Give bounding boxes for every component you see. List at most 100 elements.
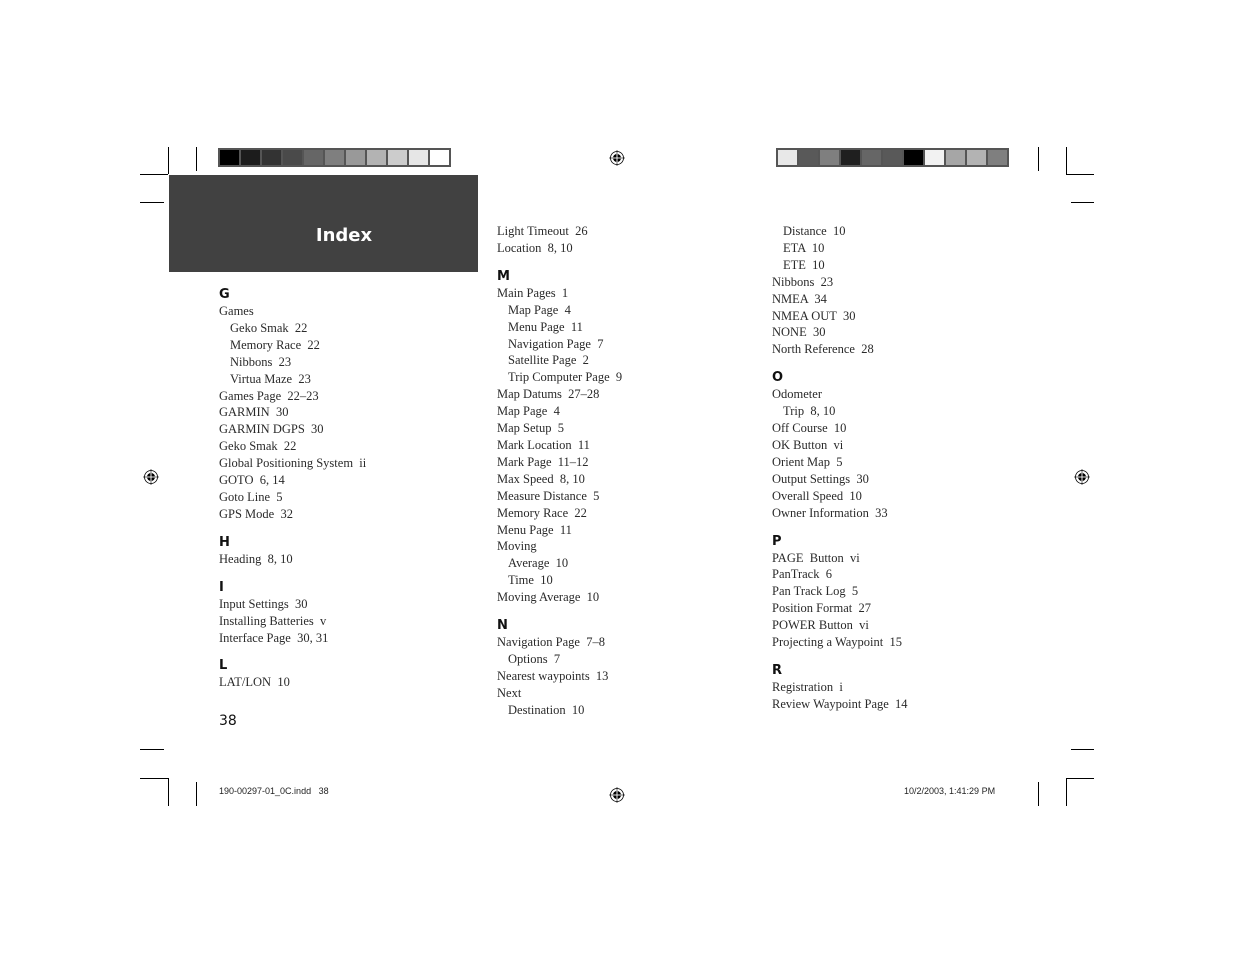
slug-timestamp: 10/2/2003, 1:41:29 PM (904, 786, 996, 796)
index-entry: Owner Information 33 (772, 505, 888, 520)
crop-mark (168, 147, 169, 174)
crop-mark (1066, 147, 1067, 174)
crop-mark (140, 749, 164, 750)
index-entry: NMEA OUT 30 (772, 308, 856, 323)
index-entry: Geko Smak 22 (219, 439, 297, 454)
index-entry: Map Setup 5 (497, 421, 565, 436)
index-letter-heading: P (772, 533, 782, 549)
index-letter-heading: R (772, 662, 783, 678)
index-entry: Input Settings 30 (219, 596, 308, 611)
color-swatch (409, 150, 428, 165)
crop-mark (1066, 778, 1067, 806)
index-subentry: Average 10 (508, 556, 569, 571)
color-swatch (262, 150, 281, 165)
index-entry: Memory Race 22 (497, 505, 587, 520)
crop-mark (140, 174, 168, 175)
index-subentry: Geko Smak 22 (230, 320, 308, 335)
page-title: Index (315, 225, 373, 246)
color-swatch (241, 150, 260, 165)
index-entry: Games (219, 304, 254, 318)
index-subentry: Trip Computer Page 9 (508, 370, 623, 385)
index-letter-heading: L (219, 658, 228, 674)
color-swatch (778, 150, 797, 165)
index-entry: Map Datums 27–28 (497, 387, 600, 402)
index-entry: NONE 30 (772, 325, 826, 340)
color-swatch (988, 150, 1007, 165)
color-swatch (820, 150, 839, 165)
crop-mark (1066, 778, 1094, 779)
index-entry: Navigation Page 7–8 (497, 635, 605, 650)
index-entry: Max Speed 8, 10 (497, 471, 585, 486)
index-entry: Light Timeout 26 (497, 224, 588, 238)
section-header-band: Index (169, 175, 478, 272)
crop-mark (1038, 782, 1039, 806)
index-entry: GARMIN 30 (219, 405, 289, 420)
index-entry: POWER Button vi (772, 618, 869, 633)
index-letter-heading: G (219, 287, 230, 302)
index-entry: LAT/LON 10 (219, 675, 290, 690)
index-letter-heading: I (219, 579, 224, 595)
index-entry: Orient Map 5 (772, 454, 843, 469)
index-entry: PanTrack 6 (772, 567, 832, 582)
index-entry: Installing Batteries v (219, 613, 327, 628)
index-entry: Pan Track Log 5 (772, 584, 859, 599)
index-entry: Mark Page 11–12 (497, 454, 589, 469)
crop-mark (1038, 147, 1039, 171)
index-entry: Global Positioning System ii (219, 456, 367, 471)
index-subentry: Options 7 (508, 651, 561, 666)
index-entry: Position Format 27 (772, 601, 871, 616)
crop-mark (196, 782, 197, 806)
registration-mark-icon (1074, 469, 1090, 485)
index-entry: Interface Page 30, 31 (219, 630, 329, 645)
index-entry: Main Pages 1 (497, 285, 569, 300)
registration-mark-icon (609, 150, 625, 166)
index-entry: Goto Line 5 (219, 489, 283, 504)
index-entry: GOTO 6, 14 (219, 473, 285, 488)
index-entry: Location 8, 10 (497, 240, 573, 255)
color-swatch (346, 150, 365, 165)
registration-mark-icon (143, 469, 159, 485)
color-swatch (799, 150, 818, 165)
index-entry: Moving Average 10 (497, 590, 600, 605)
index-subentry: Memory Race 22 (230, 337, 320, 352)
color-swatch (367, 150, 386, 165)
index-entry: OK Button vi (772, 437, 844, 452)
index-letter-heading: H (219, 534, 230, 550)
index-entry: Map Page 4 (497, 404, 560, 419)
index-entry: Odometer (772, 387, 822, 402)
crop-mark (196, 147, 197, 171)
index-subentry: Menu Page 11 (508, 319, 583, 334)
color-swatch (841, 150, 860, 165)
index-subentry: ETE 10 (783, 257, 825, 272)
index-entry: Nibbons 23 (772, 274, 834, 289)
index-entry: Registration i (772, 679, 843, 694)
index-letter-heading: O (772, 370, 784, 386)
index-entry: Overall Speed 10 (772, 488, 862, 503)
index-entry: Heading 8, 10 (219, 551, 293, 566)
color-swatch (946, 150, 965, 165)
index-entry: GPS Mode 32 (219, 506, 293, 521)
index-subentry: Distance 10 (783, 224, 846, 238)
index-column-1: G Games Geko Smak 22 Memory Race 22 Nibbons … (219, 286, 366, 691)
index-column-3: Distance 10 ETA 10 ETE 10 Nibbons 23 NMEA 34… (772, 223, 908, 713)
crop-mark (168, 778, 169, 806)
color-swatch (388, 150, 407, 165)
color-swatch (925, 150, 944, 165)
color-bar-left (218, 148, 451, 167)
color-swatch (430, 150, 449, 165)
crop-mark (1071, 202, 1094, 203)
index-entry: NMEA 34 (772, 291, 827, 306)
crop-mark (140, 778, 168, 779)
index-entry: Menu Page 11 (497, 522, 572, 537)
index-subentry: Map Page 4 (508, 302, 571, 317)
registration-mark-icon (609, 787, 625, 803)
index-subentry: Virtua Maze 23 (230, 371, 311, 386)
color-swatch (220, 150, 239, 165)
index-entry: North Reference 28 (772, 342, 874, 357)
index-subentry: Trip 8, 10 (783, 404, 836, 419)
crop-mark (1071, 749, 1094, 750)
page-number: 38 (219, 713, 237, 729)
index-letter-heading: N (497, 618, 508, 634)
color-swatch (325, 150, 344, 165)
index-entry: Off Course 10 (772, 421, 847, 436)
